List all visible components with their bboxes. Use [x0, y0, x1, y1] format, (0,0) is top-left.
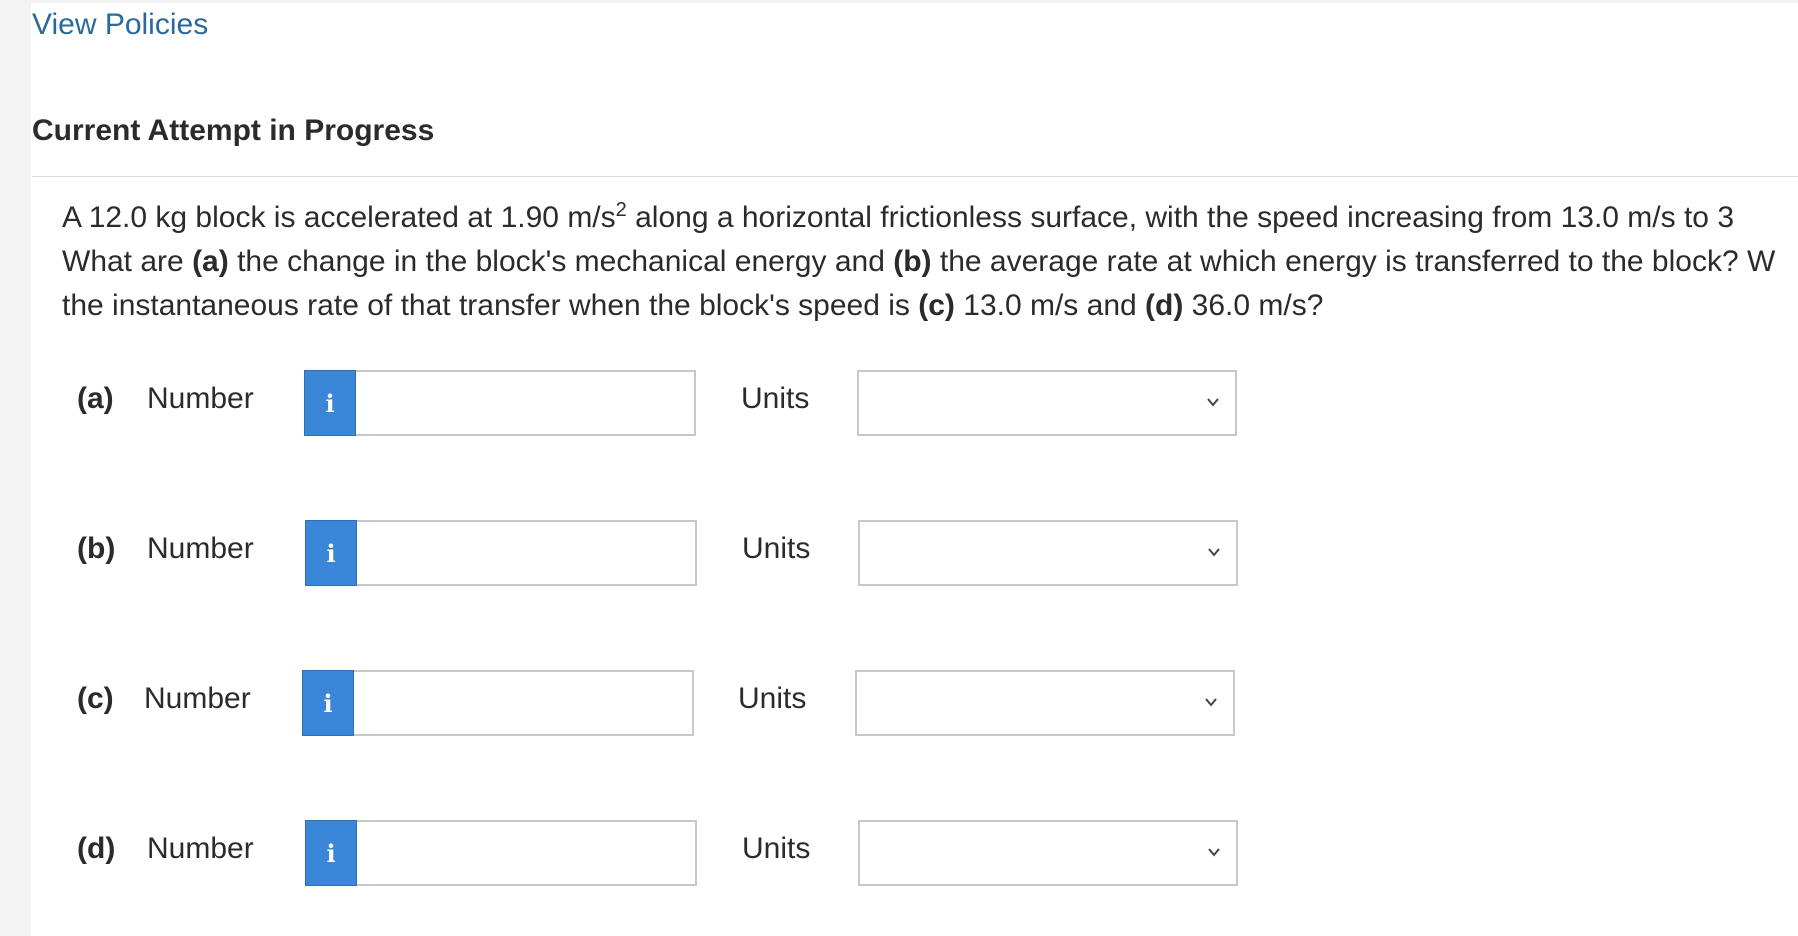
part-label: (c): [77, 682, 114, 715]
units-select-d[interactable]: [858, 820, 1238, 886]
chevron-down-icon: [1203, 694, 1219, 710]
units-label: Units: [738, 682, 807, 715]
question-text: A 12.0 kg block is accelerated at 1.90 m…: [62, 196, 1798, 328]
view-policies-link[interactable]: View Policies: [32, 8, 208, 42]
part-label: (b): [77, 532, 116, 565]
chevron-down-icon: [1206, 544, 1222, 560]
answer-row-a: (a) Number i Units: [0, 370, 1300, 436]
units-select-a[interactable]: [857, 370, 1237, 436]
left-margin-strip: [0, 0, 31, 936]
chevron-down-icon: [1205, 394, 1221, 410]
number-label: Number: [144, 682, 251, 715]
part-label: (a): [77, 382, 114, 415]
top-border: [31, 0, 1798, 3]
units-label: Units: [741, 382, 810, 415]
number-input-d[interactable]: [357, 820, 697, 886]
number-label: Number: [147, 532, 254, 565]
question-line-3: the instantaneous rate of that transfer …: [62, 289, 1324, 322]
divider: [32, 176, 1798, 177]
units-select-c[interactable]: [855, 670, 1235, 736]
units-label: Units: [742, 832, 811, 865]
answer-row-d: (d) Number i Units: [0, 820, 1300, 886]
units-label: Units: [742, 532, 811, 565]
exponent: 2: [615, 199, 627, 221]
number-label: Number: [147, 382, 254, 415]
page-title: Current Attempt in Progress: [32, 114, 435, 147]
part-label: (d): [77, 832, 116, 865]
number-input-b[interactable]: [357, 520, 697, 586]
number-input-c[interactable]: [354, 670, 694, 736]
info-icon[interactable]: i: [305, 820, 357, 886]
info-icon[interactable]: i: [305, 520, 357, 586]
info-icon[interactable]: i: [302, 670, 354, 736]
chevron-down-icon: [1206, 844, 1222, 860]
answer-row-b: (b) Number i Units: [0, 520, 1300, 586]
number-label: Number: [147, 832, 254, 865]
question-line-1: A 12.0 kg block is accelerated at 1.90 m…: [62, 199, 1734, 234]
question-line-2: What are (a) the change in the block's m…: [62, 245, 1776, 278]
units-select-b[interactable]: [858, 520, 1238, 586]
number-input-a[interactable]: [356, 370, 696, 436]
info-icon[interactable]: i: [304, 370, 356, 436]
answer-row-c: (c) Number i Units: [0, 670, 1300, 736]
